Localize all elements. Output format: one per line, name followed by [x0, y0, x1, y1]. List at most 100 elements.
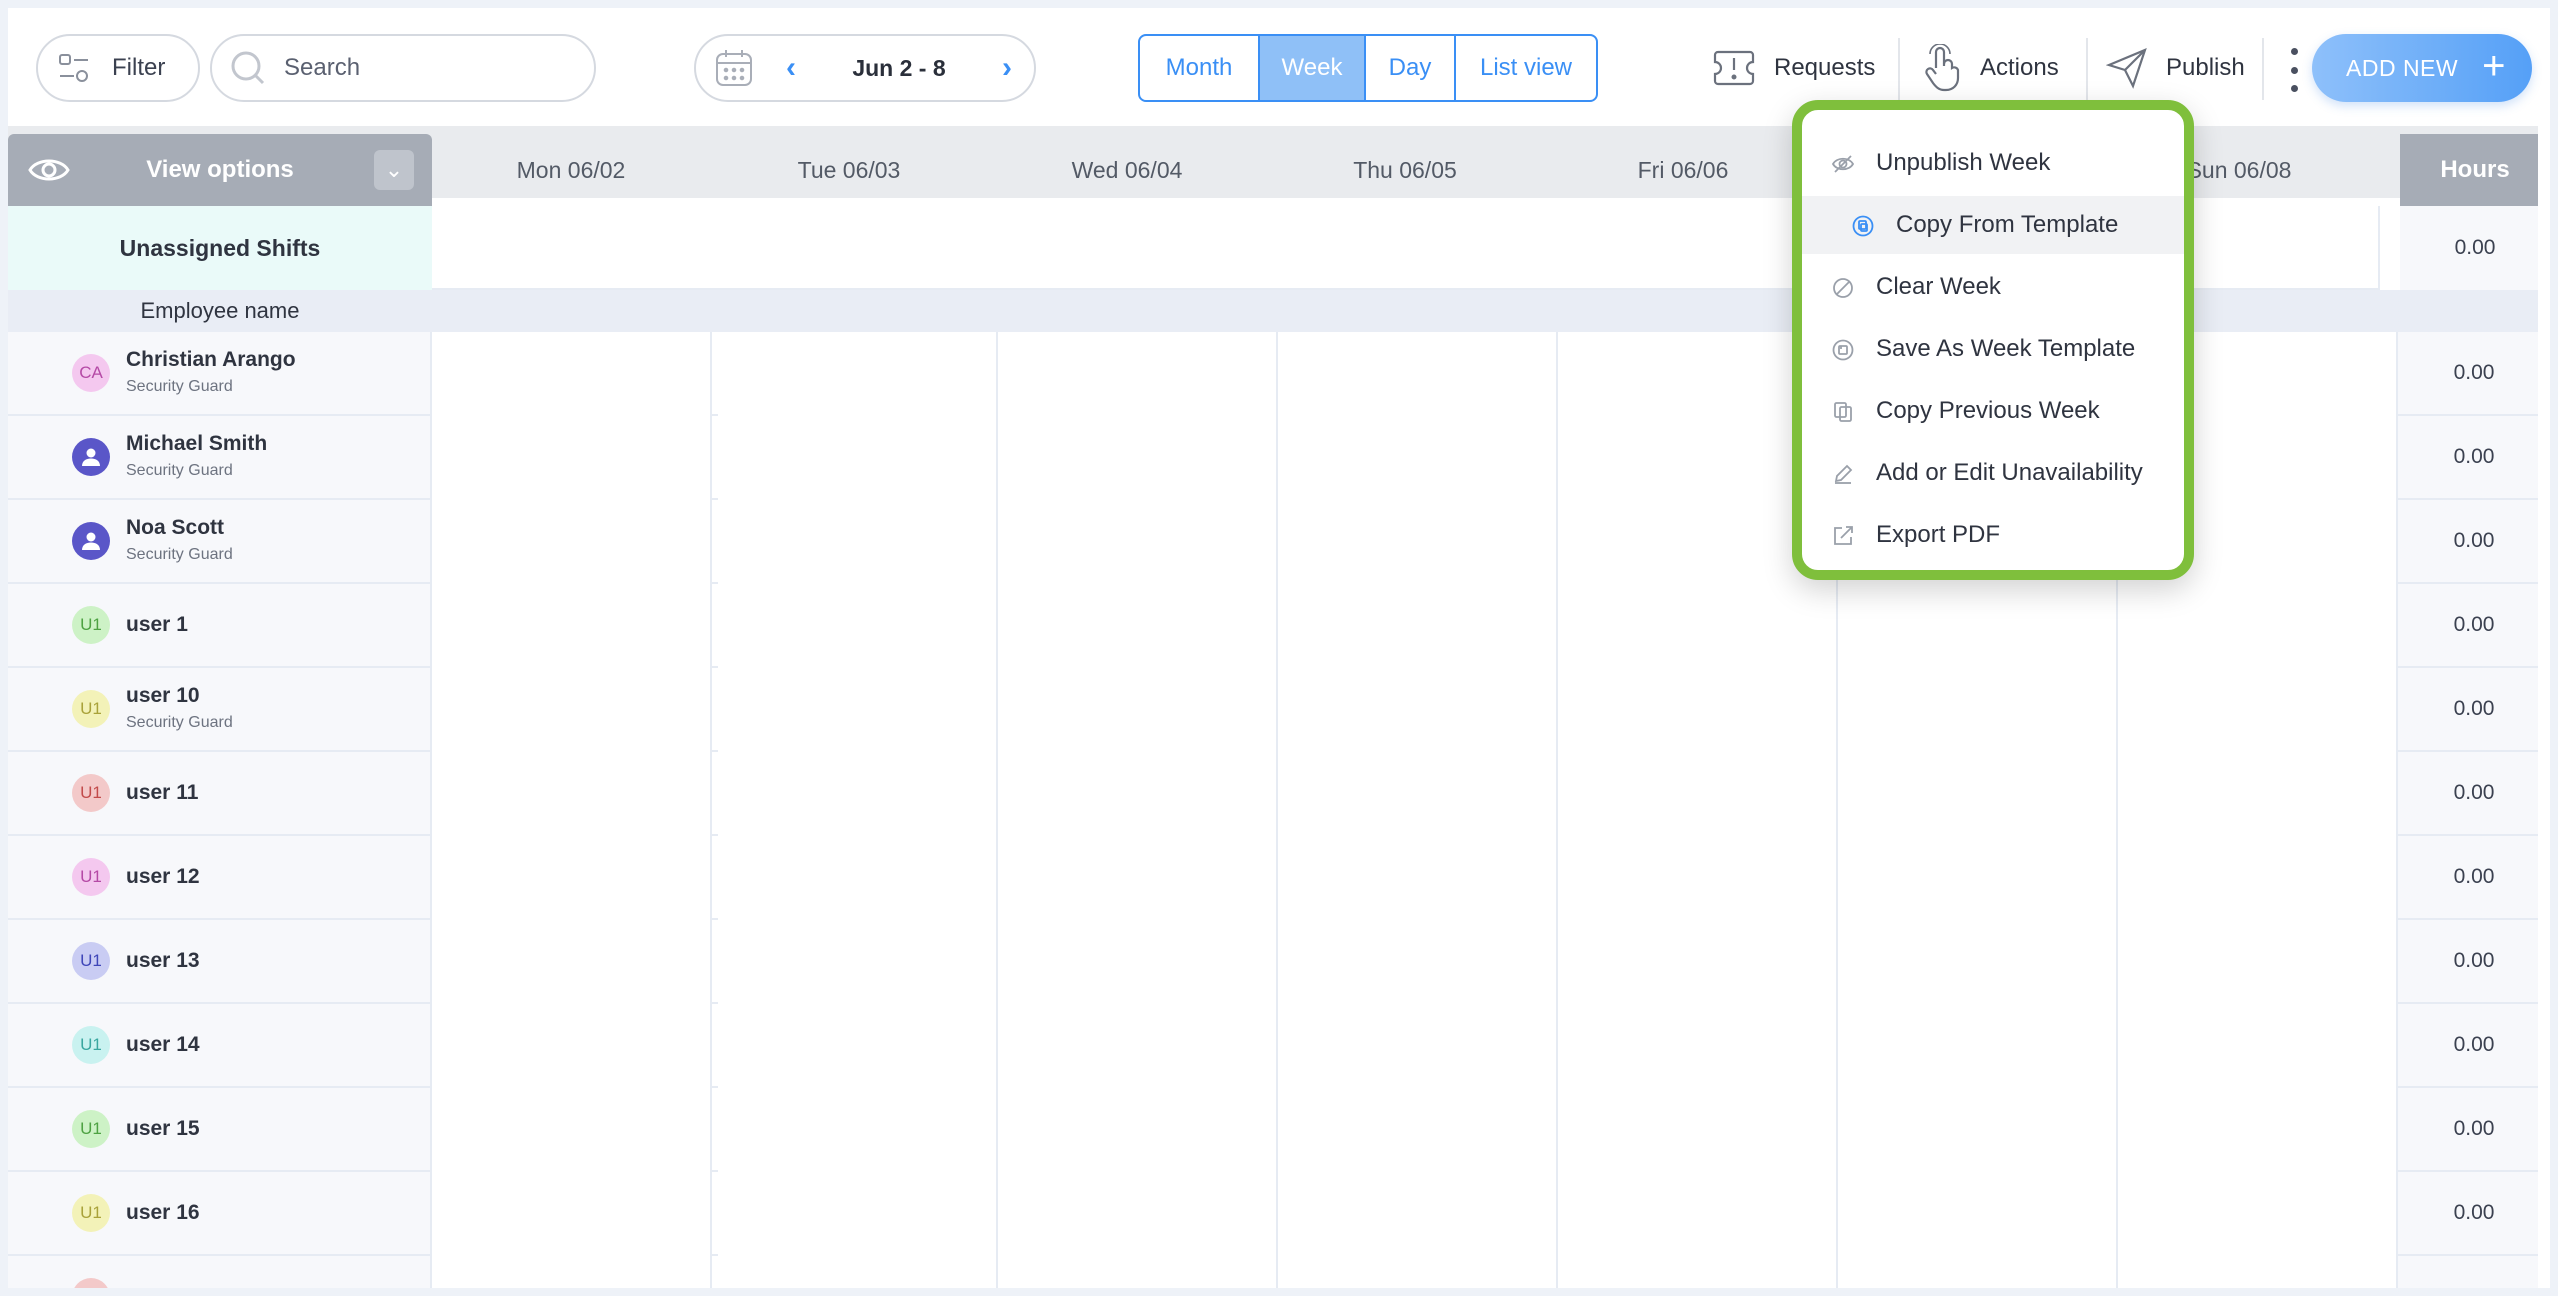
- shift-cell[interactable]: [1838, 1256, 2118, 1288]
- shift-cell[interactable]: [1278, 668, 1558, 752]
- employee-info[interactable]: U1 user 12: [8, 836, 432, 918]
- add-edit-unavailability-item[interactable]: Add or Edit Unavailability: [1802, 444, 2184, 502]
- employee-info[interactable]: CA Christian Arango Security Guard: [8, 332, 432, 414]
- shift-cell[interactable]: [998, 836, 1278, 920]
- shift-cell[interactable]: [1278, 584, 1558, 668]
- day-header[interactable]: Tue 06/03: [710, 134, 988, 206]
- shift-cell[interactable]: [1278, 752, 1558, 836]
- requests-button[interactable]: Requests: [1712, 34, 1875, 102]
- filter-button[interactable]: Filter: [36, 34, 200, 102]
- view-month-button[interactable]: Month: [1140, 36, 1260, 100]
- shift-cell[interactable]: [1278, 416, 1558, 500]
- shift-cell[interactable]: [998, 1256, 1278, 1288]
- shift-cell[interactable]: [718, 920, 998, 1004]
- shift-cell[interactable]: [432, 752, 712, 836]
- shift-cell[interactable]: [1838, 836, 2118, 920]
- employee-info[interactable]: Michael Smith Security Guard: [8, 416, 432, 498]
- shift-cell[interactable]: [718, 500, 998, 584]
- shift-cell[interactable]: [432, 500, 712, 584]
- export-pdf-item[interactable]: Export PDF: [1802, 506, 2184, 564]
- view-list-button[interactable]: List view: [1456, 36, 1596, 100]
- shift-cell[interactable]: [1838, 1088, 2118, 1172]
- employee-info[interactable]: U1 user 11: [8, 752, 432, 834]
- day-header[interactable]: Thu 06/05: [1266, 134, 1544, 206]
- day-header[interactable]: Fri 06/06: [1544, 134, 1822, 206]
- shift-cell[interactable]: [432, 584, 712, 668]
- unassigned-shift-cell[interactable]: [1266, 206, 1546, 290]
- shift-cell[interactable]: [2118, 752, 2398, 836]
- shift-cell[interactable]: [432, 1172, 712, 1256]
- add-new-button[interactable]: ADD NEW +: [2312, 34, 2532, 102]
- shift-cell[interactable]: [1558, 1256, 1838, 1288]
- calendar-icon[interactable]: [714, 48, 754, 88]
- employee-info[interactable]: U1 user 1: [8, 584, 432, 666]
- shift-cell[interactable]: [998, 584, 1278, 668]
- shift-cell[interactable]: [998, 1088, 1278, 1172]
- shift-cell[interactable]: [998, 1172, 1278, 1256]
- shift-cell[interactable]: [1278, 1172, 1558, 1256]
- employee-info[interactable]: U1 user 17: [8, 1256, 432, 1288]
- chevron-down-icon[interactable]: ⌄: [374, 150, 414, 190]
- unassigned-shift-cell[interactable]: [432, 206, 712, 290]
- shift-cell[interactable]: [432, 1088, 712, 1172]
- shift-cell[interactable]: [998, 920, 1278, 1004]
- clear-week-item[interactable]: Clear Week: [1802, 258, 2184, 316]
- shift-cell[interactable]: [1558, 752, 1838, 836]
- day-header[interactable]: Mon 06/02: [432, 134, 710, 206]
- shift-cell[interactable]: [1558, 1004, 1838, 1088]
- unassigned-shift-cell[interactable]: [1544, 206, 1824, 290]
- shift-cell[interactable]: [2118, 1172, 2398, 1256]
- shift-cell[interactable]: [998, 500, 1278, 584]
- view-week-button[interactable]: Week: [1260, 36, 1366, 100]
- shift-cell[interactable]: [718, 752, 998, 836]
- shift-cell[interactable]: [432, 1256, 712, 1288]
- shift-cell[interactable]: [2118, 668, 2398, 752]
- next-week-chevron-icon[interactable]: ›: [992, 53, 1022, 83]
- shift-cell[interactable]: [1838, 1172, 2118, 1256]
- shift-cell[interactable]: [998, 332, 1278, 416]
- shift-cell[interactable]: [998, 752, 1278, 836]
- shift-cell[interactable]: [718, 332, 998, 416]
- employee-info[interactable]: Noa Scott Security Guard: [8, 500, 432, 582]
- shift-cell[interactable]: [718, 668, 998, 752]
- more-options-icon[interactable]: [2288, 48, 2300, 92]
- shift-cell[interactable]: [432, 668, 712, 752]
- copy-from-template-item[interactable]: Copy From Template: [1802, 196, 2184, 254]
- shift-cell[interactable]: [1558, 836, 1838, 920]
- shift-cell[interactable]: [432, 1004, 712, 1088]
- shift-cell[interactable]: [1558, 584, 1838, 668]
- employee-info[interactable]: U1 user 10 Security Guard: [8, 668, 432, 750]
- shift-cell[interactable]: [2118, 584, 2398, 668]
- shift-cell[interactable]: [1838, 752, 2118, 836]
- search-box[interactable]: [210, 34, 596, 102]
- shift-cell[interactable]: [1278, 1256, 1558, 1288]
- shift-cell[interactable]: [432, 416, 712, 500]
- shift-cell[interactable]: [2118, 1088, 2398, 1172]
- shift-cell[interactable]: [718, 836, 998, 920]
- previous-week-chevron-icon[interactable]: ‹: [776, 53, 806, 83]
- employee-info[interactable]: U1 user 15: [8, 1088, 432, 1170]
- shift-cell[interactable]: [1838, 920, 2118, 1004]
- shift-cell[interactable]: [718, 1004, 998, 1088]
- shift-cell[interactable]: [1558, 1172, 1838, 1256]
- shift-cell[interactable]: [432, 920, 712, 1004]
- shift-cell[interactable]: [2118, 1256, 2398, 1288]
- shift-cell[interactable]: [1278, 1088, 1558, 1172]
- shift-cell[interactable]: [2118, 836, 2398, 920]
- shift-cell[interactable]: [1278, 836, 1558, 920]
- shift-cell[interactable]: [1558, 1088, 1838, 1172]
- shift-cell[interactable]: [1838, 584, 2118, 668]
- unassigned-shift-cell[interactable]: [988, 206, 1268, 290]
- shift-cell[interactable]: [998, 668, 1278, 752]
- shift-cell[interactable]: [1278, 332, 1558, 416]
- shift-cell[interactable]: [432, 836, 712, 920]
- shift-cell[interactable]: [998, 416, 1278, 500]
- employee-info[interactable]: U1 user 16: [8, 1172, 432, 1254]
- shift-cell[interactable]: [1278, 1004, 1558, 1088]
- shift-cell[interactable]: [718, 416, 998, 500]
- search-input[interactable]: [284, 54, 564, 82]
- copy-previous-week-item[interactable]: Copy Previous Week: [1802, 382, 2184, 440]
- shift-cell[interactable]: [998, 1004, 1278, 1088]
- shift-cell[interactable]: [432, 332, 712, 416]
- employee-info[interactable]: U1 user 13: [8, 920, 432, 1002]
